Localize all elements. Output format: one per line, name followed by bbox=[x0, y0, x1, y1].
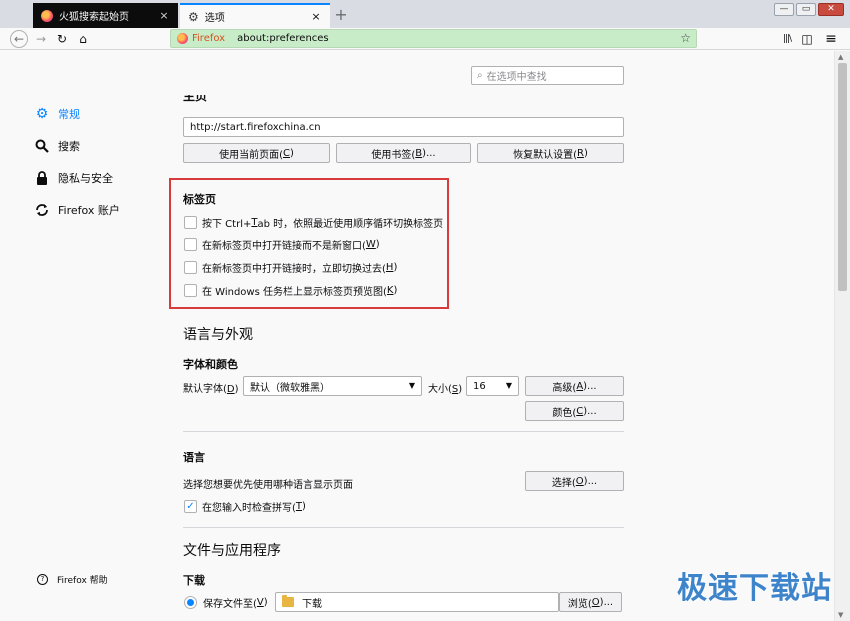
back-button[interactable]: ← bbox=[10, 30, 28, 48]
checkbox-checked[interactable]: ✓ bbox=[184, 500, 197, 513]
preferences-content: ⌕ 在选项中查找 ⚙ 常规 搜索 隐私与安全 Firefox 账户 ? Fire… bbox=[0, 51, 850, 621]
restore-default-button[interactable]: 恢复默认设置(R) bbox=[477, 143, 624, 163]
sidebar-item-label: 搜索 bbox=[58, 140, 80, 153]
appearance-heading: 语言与外观 bbox=[183, 327, 253, 343]
sidebar-item-label: 常规 bbox=[58, 108, 80, 121]
checkbox[interactable] bbox=[184, 284, 197, 297]
sync-icon bbox=[34, 202, 50, 218]
taskbar-tab-preview-checkbox[interactable]: 在 Windows 任务栏上显示标签页预览图(K) bbox=[184, 283, 397, 298]
vertical-scrollbar[interactable]: ▲ ▼ bbox=[834, 51, 850, 621]
search-placeholder: 在选项中查找 bbox=[486, 72, 547, 83]
window-controls: — ▭ ✕ bbox=[774, 3, 844, 16]
browse-button[interactable]: 浏览(O)... bbox=[559, 592, 622, 612]
save-files-to-radio[interactable]: 保存文件至(V) bbox=[184, 595, 268, 610]
folder-icon bbox=[282, 595, 294, 607]
firefox-favicon-icon bbox=[41, 9, 53, 22]
nav-bar: ← → ↻ ⌂ Firefox about:preferences ☆ |||\… bbox=[0, 28, 850, 50]
sidebar-item-privacy[interactable]: 隐私与安全 bbox=[34, 170, 113, 186]
language-description: 选择您想要优先使用哪种语言显示页面 bbox=[183, 480, 353, 491]
files-apps-heading: 文件与应用程序 bbox=[183, 543, 281, 559]
radio-button[interactable] bbox=[184, 596, 197, 609]
font-size-select[interactable]: 16 ▼ bbox=[466, 376, 519, 396]
divider bbox=[183, 431, 624, 432]
reload-button[interactable]: ↻ bbox=[53, 30, 71, 48]
lock-icon bbox=[34, 170, 50, 186]
scrollbar-thumb[interactable] bbox=[838, 63, 847, 291]
scroll-up-arrow-icon[interactable]: ▲ bbox=[838, 53, 843, 61]
ctrl-tab-cycle-checkbox[interactable]: 按下 Ctrl+ Tab 时，依照最近使用顺序循环切换标签页 bbox=[184, 215, 443, 230]
checkbox[interactable] bbox=[184, 238, 197, 251]
tab-options[interactable]: ⚙ 选项 × bbox=[180, 3, 330, 28]
sidebar-item-search[interactable]: 搜索 bbox=[34, 138, 80, 154]
advanced-fonts-button[interactable]: 高级(A)... bbox=[525, 376, 624, 396]
scroll-down-arrow-icon[interactable]: ▼ bbox=[838, 611, 843, 619]
firefox-identity-icon bbox=[177, 33, 188, 44]
switch-to-new-tab-checkbox[interactable]: 在新标签页中打开链接时，立即切换过去(H) bbox=[184, 260, 397, 275]
font-size-label: 大小(S) bbox=[428, 384, 463, 395]
search-icon: ⌕ bbox=[477, 70, 483, 81]
minimize-button[interactable]: — bbox=[774, 3, 794, 16]
checkbox[interactable] bbox=[184, 216, 197, 229]
choose-language-button[interactable]: 选择(O)... bbox=[525, 471, 624, 491]
watermark-logo: 极速下载站 bbox=[677, 571, 832, 606]
home-button[interactable]: ⌂ bbox=[74, 30, 92, 48]
sidebar-item-firefox-account[interactable]: Firefox 账户 bbox=[34, 202, 120, 218]
sidebar-item-general[interactable]: ⚙ 常规 bbox=[34, 106, 80, 122]
identity-label: Firefox bbox=[192, 33, 226, 44]
tab-title: 选项 bbox=[204, 13, 225, 24]
tab-title: 火狐搜索起始页 bbox=[59, 12, 129, 23]
preferences-search-input[interactable]: ⌕ 在选项中查找 bbox=[471, 66, 624, 85]
dropdown-caret-icon: ▼ bbox=[505, 381, 512, 390]
url-bar[interactable]: Firefox about:preferences ☆ bbox=[170, 29, 697, 48]
homepage-heading: 主页 bbox=[183, 95, 208, 103]
library-button[interactable]: |||\ bbox=[778, 30, 796, 48]
divider bbox=[183, 527, 624, 528]
spellcheck-checkbox[interactable]: ✓ 在您输入时检查拼写(T) bbox=[184, 499, 306, 514]
sidebar-item-label: Firefox 账户 bbox=[58, 204, 120, 217]
close-tab-icon[interactable]: × bbox=[310, 10, 322, 23]
maximize-button[interactable]: ▭ bbox=[796, 3, 816, 16]
forward-button[interactable]: → bbox=[32, 30, 50, 48]
close-tab-icon[interactable]: × bbox=[158, 9, 170, 22]
gear-icon: ⚙ bbox=[35, 106, 49, 122]
sidebar-item-label: 隐私与安全 bbox=[58, 172, 113, 185]
search-icon bbox=[34, 138, 50, 154]
checkbox[interactable] bbox=[184, 261, 197, 274]
default-font-select[interactable]: 默认（微软雅黑） ▼ bbox=[243, 376, 422, 396]
sidebar-toggle-button[interactable]: ◫ bbox=[798, 30, 816, 48]
downloads-heading: 下载 bbox=[183, 574, 205, 587]
close-window-button[interactable]: ✕ bbox=[818, 3, 844, 16]
use-current-page-button[interactable]: 使用当前页面(C) bbox=[183, 143, 330, 163]
download-folder-field[interactable]: 下载 bbox=[275, 592, 559, 612]
tab-firefox-start[interactable]: 火狐搜索起始页 × bbox=[33, 3, 178, 28]
homepage-url-input[interactable]: http://start.firefoxchina.cn bbox=[183, 117, 624, 137]
menu-button[interactable]: ≡ bbox=[822, 30, 840, 48]
bookmark-star-icon[interactable]: ☆ bbox=[680, 31, 691, 45]
default-font-label: 默认字体(D) bbox=[183, 384, 239, 395]
fonts-colors-heading: 字体和颜色 bbox=[183, 358, 238, 371]
dropdown-caret-icon: ▼ bbox=[408, 381, 415, 390]
help-icon: ? bbox=[37, 574, 48, 585]
colors-button[interactable]: 颜色(C)... bbox=[525, 401, 624, 421]
language-heading: 语言 bbox=[183, 451, 205, 464]
new-tab-button[interactable]: + bbox=[333, 5, 349, 24]
use-bookmark-button[interactable]: 使用书签(B)... bbox=[336, 143, 471, 163]
firefox-help-link[interactable]: ? Firefox 帮助 bbox=[37, 573, 108, 586]
help-label: Firefox 帮助 bbox=[57, 576, 108, 586]
tab-strip: 火狐搜索起始页 × ⚙ 选项 × + — ▭ ✕ bbox=[0, 0, 850, 28]
gear-favicon-icon: ⚙ bbox=[188, 9, 199, 24]
open-links-in-tabs-checkbox[interactable]: 在新标签页中打开链接而不是新窗口(W) bbox=[184, 237, 380, 252]
url-text[interactable]: about:preferences bbox=[237, 33, 329, 44]
tabs-section-heading: 标签页 bbox=[183, 193, 216, 206]
